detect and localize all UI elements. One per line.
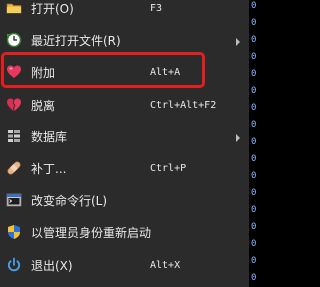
background-glyph: 0: [251, 188, 257, 198]
menu-item-label: 补丁...: [31, 162, 67, 176]
menu-item-detach[interactable]: 脱离 Ctrl+Alt+F2: [0, 91, 249, 121]
database-icon: [6, 128, 22, 144]
menu-item-restart-as-admin[interactable]: 以管理员身份重新启动: [0, 218, 249, 248]
menu-item-label: 退出(X): [31, 259, 73, 273]
background-glyph: 0: [251, 154, 257, 164]
menu-item-shortcut: Ctrl+Alt+F2: [150, 100, 217, 111]
menu-item-exit[interactable]: 退出(X) Alt+X: [0, 251, 249, 281]
menu-item-change-command-line[interactable]: 改变命令行(L): [0, 186, 249, 216]
background-glyph: 0: [251, 86, 257, 96]
submenu-arrow-icon: [236, 38, 240, 46]
command-line-icon: [6, 192, 22, 208]
menu-item-shortcut: Alt+X: [150, 260, 181, 271]
file-menu: 打开(O) F3 最近打开文件(R) 附加 Alt+A 脱离 Ctrl+Alt+…: [0, 0, 249, 287]
power-icon: [6, 257, 22, 273]
background-glyph: 0: [251, 256, 257, 266]
menu-item-label: 打开(O): [31, 2, 74, 16]
menu-item-patch[interactable]: 补丁... Ctrl+P: [0, 154, 249, 184]
background-glyph: 0: [251, 137, 257, 147]
background-glyph: 0: [251, 222, 257, 232]
menu-item-database[interactable]: 数据库: [0, 122, 249, 152]
background-glyph: 0: [251, 273, 257, 283]
background-glyph: 0: [251, 35, 257, 45]
background-glyph: 0: [251, 239, 257, 249]
background-glyph: 0: [251, 205, 257, 215]
submenu-arrow-icon: [236, 134, 240, 142]
menu-item-label: 脱离: [31, 99, 56, 113]
clock-icon: [6, 32, 22, 48]
menu-item-label: 以管理员身份重新启动: [31, 226, 152, 240]
background-glyph: 0: [251, 69, 257, 79]
background-glyph: 0: [251, 1, 257, 11]
menu-item-label: 改变命令行(L): [31, 194, 108, 208]
menu-item-shortcut: Ctrl+P: [150, 163, 187, 174]
shield-icon: [6, 224, 22, 240]
bandage-icon: [6, 160, 22, 176]
background-glyph: 0: [251, 171, 257, 181]
highlight-box: [1, 52, 205, 88]
background-glyph: 0: [251, 18, 257, 28]
menu-item-open[interactable]: 打开(O) F3: [0, 0, 249, 24]
broken-heart-icon: [6, 97, 22, 113]
app-window: 0 0 0 0 0 0 0 0 0 0 0 0 0 0 0 0 0 打开(O) …: [0, 0, 261, 287]
background-text-column: 0 0 0 0 0 0 0 0 0 0 0 0 0 0 0 0 0: [251, 0, 261, 287]
folder-icon: [6, 0, 22, 16]
background-glyph: 0: [251, 103, 257, 113]
menu-item-label: 数据库: [31, 130, 68, 144]
menu-item-shortcut: F3: [150, 3, 163, 14]
menu-item-label: 最近打开文件(R): [31, 34, 121, 48]
background-glyph: 0: [251, 120, 257, 130]
background-glyph: 0: [251, 52, 257, 62]
